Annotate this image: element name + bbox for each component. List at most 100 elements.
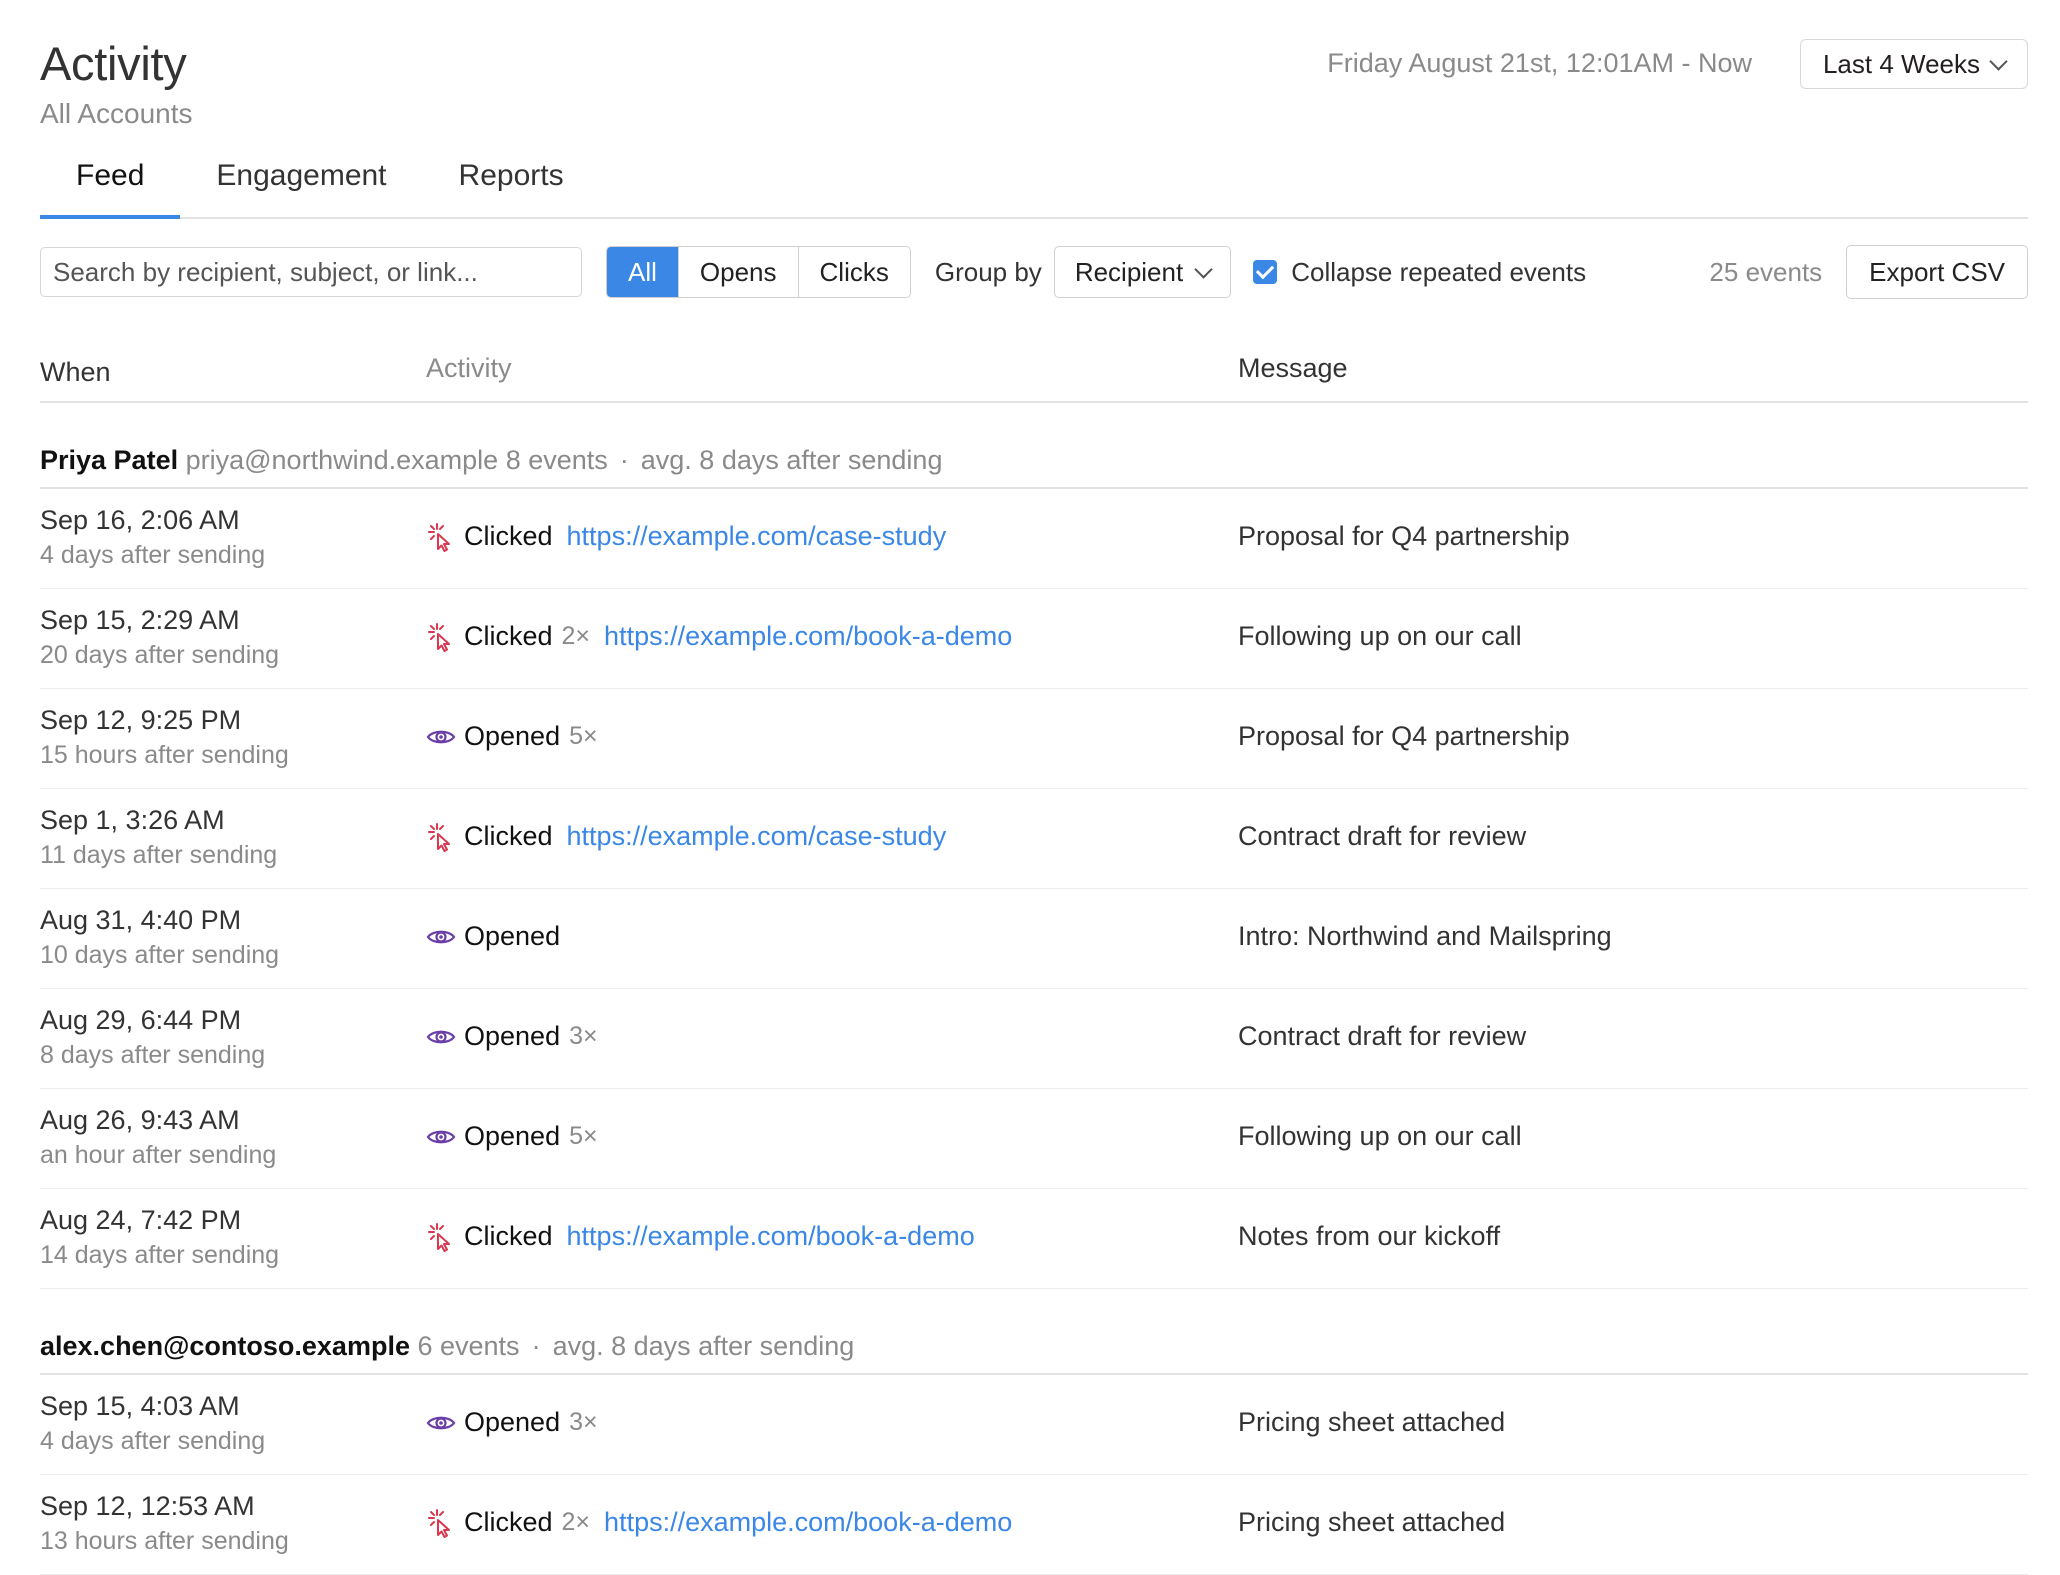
event-repeat-count: 3×: [569, 1408, 598, 1436]
event-message-subject[interactable]: Proposal for Q4 partnership: [1238, 721, 1570, 752]
collapse-repeated-checkbox[interactable]: [1253, 260, 1278, 284]
column-header-activity[interactable]: Activity: [426, 353, 512, 384]
event-activity: Clicked 2× https://example.com/book-a-demo: [426, 1507, 1012, 1538]
event-activity: Opened 5×: [426, 1121, 598, 1152]
table-row[interactable]: Aug 31, 4:40 PM 10 days after sending Ope…: [40, 889, 2028, 989]
event-action: Opened: [464, 1121, 561, 1151]
event-message-subject[interactable]: Intro: Northwind and Mailspring: [1238, 921, 1612, 952]
event-activity: Opened 5×: [426, 721, 598, 752]
event-repeat-count: 5×: [569, 722, 598, 750]
eye-icon: [426, 1022, 456, 1052]
chevron-down-icon: [1989, 51, 2008, 71]
chevron-down-icon: [1194, 259, 1213, 279]
event-time: Sep 1, 3:26 AM: [40, 805, 225, 835]
activity-feed: Priya Patel priya@northwind.example 8 ev…: [40, 403, 2028, 1575]
event-relative-time: an hour after sending: [40, 1141, 277, 1169]
group-event-count: 8 events: [505, 445, 608, 475]
event-time: Aug 31, 4:40 PM: [40, 905, 242, 935]
event-link[interactable]: https://example.com/book-a-demo: [604, 621, 1012, 652]
table-row[interactable]: Aug 24, 7:42 PM 14 days after sending Cli…: [40, 1189, 2028, 1289]
event-link[interactable]: https://example.com/book-a-demo: [567, 1221, 975, 1252]
table-row[interactable]: Sep 12, 9:25 PM 15 hours after sending Op…: [40, 689, 2028, 789]
event-action: Clicked: [464, 1221, 553, 1251]
event-action: Clicked: [464, 821, 553, 851]
event-repeat-count: 3×: [569, 1022, 598, 1050]
group-header: Priya Patel priya@northwind.example 8 ev…: [40, 403, 2028, 489]
eye-icon: [426, 722, 456, 752]
event-activity: Clicked https://example.com/case-study: [426, 821, 946, 852]
filter-opens-button[interactable]: Opens: [677, 247, 798, 297]
group-average: avg. 8 days after sending: [640, 445, 943, 475]
event-action: Opened: [464, 1407, 561, 1437]
event-repeat-count: 2×: [561, 622, 591, 650]
event-message-subject[interactable]: Following up on our call: [1238, 621, 1522, 652]
event-time: Aug 24, 7:42 PM: [40, 1205, 242, 1235]
event-activity: Opened 3×: [426, 1407, 598, 1438]
feed-toolbar: All Opens Clicks Group by Recipient Coll…: [40, 219, 2028, 325]
event-action: Clicked: [464, 621, 553, 651]
event-activity: Opened: [426, 921, 560, 952]
event-message-subject[interactable]: Notes from our kickoff: [1238, 1221, 1500, 1252]
recipient-email: priya@northwind.example: [185, 445, 499, 475]
event-time: Aug 29, 6:44 PM: [40, 1005, 242, 1035]
event-link[interactable]: https://example.com/book-a-demo: [604, 1507, 1012, 1538]
group-average: avg. 8 days after sending: [552, 1331, 855, 1361]
table-row[interactable]: Sep 15, 4:03 AM 4 days after sending Open…: [40, 1375, 2028, 1475]
event-relative-time: 13 hours after sending: [40, 1527, 289, 1555]
event-message-subject[interactable]: Proposal for Q4 partnership: [1238, 521, 1570, 552]
eye-icon: [426, 922, 456, 952]
date-range-select[interactable]: Last 4 Weeks: [1799, 39, 2028, 89]
separator-dot: ·: [531, 1331, 541, 1361]
recipient-name[interactable]: alex.chen@contoso.example: [40, 1331, 410, 1361]
group-by-select[interactable]: Recipient: [1053, 246, 1232, 298]
column-header-when[interactable]: When: [40, 357, 111, 388]
search-input[interactable]: [40, 247, 582, 297]
click-icon: [426, 522, 456, 552]
table-row[interactable]: Sep 12, 12:53 AM 13 hours after sending C…: [40, 1475, 2028, 1575]
collapse-repeated-label[interactable]: Collapse repeated events: [1291, 257, 1586, 288]
event-relative-time: 8 days after sending: [40, 1041, 266, 1069]
event-activity: Clicked https://example.com/book-a-demo: [426, 1221, 975, 1252]
event-action: Clicked: [464, 1507, 553, 1537]
event-message-subject[interactable]: Contract draft for review: [1238, 1021, 1526, 1052]
table-header: When Activity Message: [40, 325, 2028, 403]
event-action: Opened: [464, 921, 561, 951]
click-icon: [426, 1508, 456, 1538]
click-icon: [426, 622, 456, 652]
event-message-subject[interactable]: Following up on our call: [1238, 1121, 1522, 1152]
table-row[interactable]: Sep 16, 2:06 AM 4 days after sending Clic…: [40, 489, 2028, 589]
activity-page: Activity All Accounts Friday August 21st…: [0, 0, 2060, 1575]
table-row[interactable]: Aug 29, 6:44 PM 8 days after sending Open…: [40, 989, 2028, 1089]
event-relative-time: 4 days after sending: [40, 1427, 266, 1455]
event-link[interactable]: https://example.com/case-study: [567, 521, 947, 552]
group-header: alex.chen@contoso.example 6 events · avg. …: [40, 1289, 2028, 1375]
page-header: Activity All Accounts Friday August 21st…: [40, 0, 2028, 145]
eye-icon: [426, 1122, 456, 1152]
tab-feed[interactable]: Feed: [40, 145, 181, 219]
tab-engagement[interactable]: Engagement: [180, 145, 422, 217]
filter-clicks-button[interactable]: Clicks: [797, 247, 910, 297]
event-time: Sep 16, 2:06 AM: [40, 505, 240, 535]
column-header-message[interactable]: Message: [1238, 353, 1348, 384]
event-repeat-count: 5×: [569, 1122, 598, 1150]
event-activity: Clicked https://example.com/case-study: [426, 521, 946, 552]
event-link[interactable]: https://example.com/case-study: [567, 821, 947, 852]
table-row[interactable]: Aug 26, 9:43 AM an hour after sending Ope…: [40, 1089, 2028, 1189]
event-message-subject[interactable]: Contract draft for review: [1238, 821, 1526, 852]
event-action: Opened: [464, 1021, 561, 1051]
event-relative-time: 14 days after sending: [40, 1241, 280, 1269]
tab-reports[interactable]: Reports: [423, 145, 600, 217]
event-time: Aug 26, 9:43 AM: [40, 1105, 240, 1135]
event-time: Sep 12, 12:53 AM: [40, 1491, 255, 1521]
recipient-name[interactable]: Priya Patel: [40, 445, 178, 475]
click-icon: [426, 822, 456, 852]
event-time: Sep 12, 9:25 PM: [40, 705, 242, 735]
table-row[interactable]: Sep 15, 2:29 AM 20 days after sending Cli…: [40, 589, 2028, 689]
event-action: Clicked: [464, 521, 553, 551]
filter-all-button[interactable]: All: [607, 247, 678, 297]
event-message-subject[interactable]: Pricing sheet attached: [1238, 1507, 1505, 1538]
event-message-subject[interactable]: Pricing sheet attached: [1238, 1407, 1505, 1438]
date-range-text: Friday August 21st, 12:01AM - Now: [1327, 48, 1752, 78]
table-row[interactable]: Sep 1, 3:26 AM 11 days after sending Clic…: [40, 789, 2028, 889]
export-csv-button[interactable]: Export CSV: [1846, 245, 2028, 299]
